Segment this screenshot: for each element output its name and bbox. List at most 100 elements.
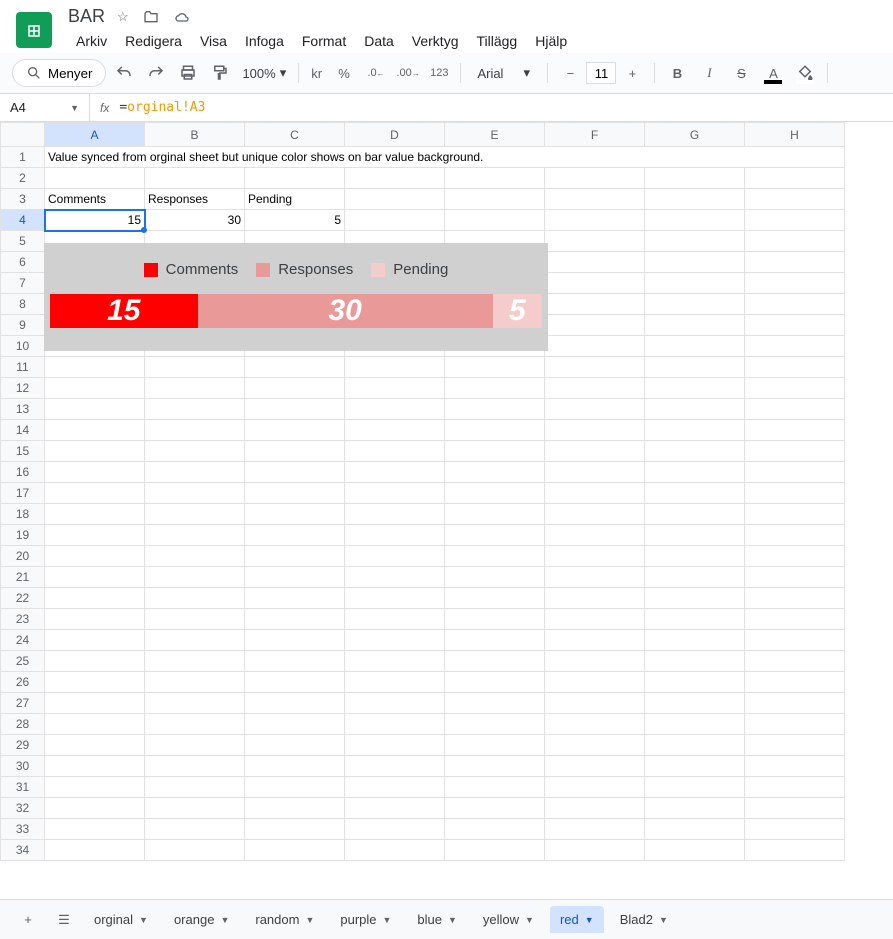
cell-A13[interactable] [45,399,145,420]
row-header-20[interactable]: 20 [1,546,45,567]
cell-G28[interactable] [645,714,745,735]
row-header-13[interactable]: 13 [1,399,45,420]
cell-G34[interactable] [645,840,745,861]
cell-B34[interactable] [145,840,245,861]
cell-F4[interactable] [545,210,645,231]
cell-B24[interactable] [145,630,245,651]
cell-H5[interactable] [745,231,845,252]
cell-D33[interactable] [345,819,445,840]
cell-C34[interactable] [245,840,345,861]
cell-B17[interactable] [145,483,245,504]
cell-C12[interactable] [245,378,345,399]
cell-F25[interactable] [545,651,645,672]
cell-B30[interactable] [145,756,245,777]
cell-G23[interactable] [645,609,745,630]
number-format-button[interactable]: 123 [426,59,452,87]
cell-F2[interactable] [545,168,645,189]
cell-G29[interactable] [645,735,745,756]
cell-E27[interactable] [445,693,545,714]
row-header-12[interactable]: 12 [1,378,45,399]
row-header-25[interactable]: 25 [1,651,45,672]
cell-H22[interactable] [745,588,845,609]
cell-F5[interactable] [545,231,645,252]
cell-G9[interactable] [645,315,745,336]
sheet-tab-yellow[interactable]: yellow▼ [473,906,544,933]
cell-F28[interactable] [545,714,645,735]
cell-G16[interactable] [645,462,745,483]
cell-B29[interactable] [145,735,245,756]
cell-E14[interactable] [445,420,545,441]
cell-G26[interactable] [645,672,745,693]
cell-A33[interactable] [45,819,145,840]
cell-F34[interactable] [545,840,645,861]
cell-A18[interactable] [45,504,145,525]
cell-D31[interactable] [345,777,445,798]
cell-B18[interactable] [145,504,245,525]
cell-C19[interactable] [245,525,345,546]
menu-data[interactable]: Data [356,29,402,53]
cloud-icon[interactable] [173,9,191,25]
cell-E24[interactable] [445,630,545,651]
cell-C24[interactable] [245,630,345,651]
row-header-27[interactable]: 27 [1,693,45,714]
cell-C29[interactable] [245,735,345,756]
cell-H28[interactable] [745,714,845,735]
cell-D13[interactable] [345,399,445,420]
row-header-3[interactable]: 3 [1,189,45,210]
cell-C32[interactable] [245,798,345,819]
cell-E19[interactable] [445,525,545,546]
cell-G2[interactable] [645,168,745,189]
cell-F26[interactable] [545,672,645,693]
cell-B16[interactable] [145,462,245,483]
cell-H20[interactable] [745,546,845,567]
cell-H15[interactable] [745,441,845,462]
cell-F29[interactable] [545,735,645,756]
add-sheet-button[interactable]: + [12,904,44,936]
row-header-11[interactable]: 11 [1,357,45,378]
cell-B35[interactable] [145,861,245,862]
cell-A1[interactable]: Value synced from orginal sheet but uniq… [45,147,845,168]
cell-B13[interactable] [145,399,245,420]
cell-B4[interactable]: 30 [145,210,245,231]
cell-C13[interactable] [245,399,345,420]
cell-H27[interactable] [745,693,845,714]
cell-D27[interactable] [345,693,445,714]
cell-D24[interactable] [345,630,445,651]
sheet-tab-orange[interactable]: orange▼ [164,906,239,933]
cell-F33[interactable] [545,819,645,840]
cell-G6[interactable] [645,252,745,273]
menu-tillagg[interactable]: Tillägg [469,29,526,53]
strikethrough-button[interactable]: S [727,59,755,87]
cell-H12[interactable] [745,378,845,399]
cell-E35[interactable] [445,861,545,862]
cell-G4[interactable] [645,210,745,231]
cell-B15[interactable] [145,441,245,462]
move-icon[interactable] [143,9,159,25]
cell-F8[interactable] [545,294,645,315]
sheet-tab-purple[interactable]: purple▼ [330,906,401,933]
column-header-D[interactable]: D [345,123,445,147]
cell-H18[interactable] [745,504,845,525]
sheet-tab-red[interactable]: red▼ [550,906,604,933]
cell-H16[interactable] [745,462,845,483]
row-header-1[interactable]: 1 [1,147,45,168]
cell-G17[interactable] [645,483,745,504]
cell-G3[interactable] [645,189,745,210]
cell-A14[interactable] [45,420,145,441]
cell-D12[interactable] [345,378,445,399]
cell-E20[interactable] [445,546,545,567]
cell-F21[interactable] [545,567,645,588]
cell-E17[interactable] [445,483,545,504]
cell-B20[interactable] [145,546,245,567]
cell-A27[interactable] [45,693,145,714]
cell-D23[interactable] [345,609,445,630]
row-header-31[interactable]: 31 [1,777,45,798]
cell-A32[interactable] [45,798,145,819]
increase-decimal-button[interactable]: .00→ [394,59,422,87]
cell-B23[interactable] [145,609,245,630]
chevron-down-icon[interactable]: ▼ [448,915,457,925]
column-header-G[interactable]: G [645,123,745,147]
cell-E30[interactable] [445,756,545,777]
formula-input[interactable]: =orginal!A3 [119,100,205,115]
cell-G20[interactable] [645,546,745,567]
